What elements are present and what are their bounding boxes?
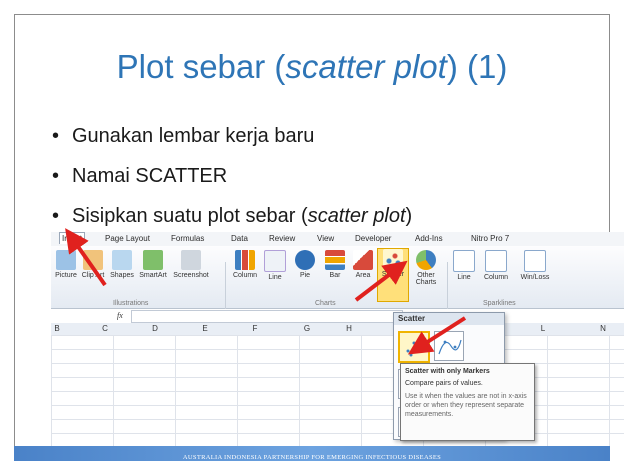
tab-insert[interactable]: Insert — [59, 232, 86, 244]
picture-button[interactable]: Picture — [51, 250, 81, 279]
sparkline-line-button[interactable]: Line — [451, 250, 477, 281]
bullet-list: Gunakan lembar kerja baru Namai SCATTER … — [52, 123, 412, 243]
ribbon: Picture Clip Art Shapes SmartArt Screens… — [51, 246, 624, 318]
picture-icon — [56, 250, 76, 270]
bullet-item: Namai SCATTER — [52, 163, 412, 203]
button-label: SmartArt — [139, 272, 167, 279]
other-charts-button[interactable]: Other Charts — [409, 250, 443, 286]
button-label: Picture — [55, 272, 77, 279]
tab-developer[interactable]: Developer — [355, 234, 391, 243]
footer-bar: AUSTRALIA INDONESIA PARTNERSHIP FOR EMER… — [14, 446, 610, 461]
button-label: Line — [268, 274, 282, 281]
column-header[interactable]: L — [513, 324, 573, 333]
tooltip-title: Scatter with only Markers — [405, 368, 490, 375]
ribbon-tabs: Insert Page Layout Formulas Data Review … — [51, 232, 624, 246]
button-label: Column — [232, 272, 258, 279]
area-chart-button[interactable]: Area — [349, 250, 377, 279]
sparkline-column-icon — [485, 250, 507, 272]
tab-page-layout[interactable]: Page Layout — [105, 234, 150, 243]
bar-chart-button[interactable]: Bar — [321, 250, 349, 279]
title-end: ) (1) — [446, 48, 508, 85]
group-sparklines: Sparklines — [483, 300, 516, 307]
button-label: Line — [457, 274, 471, 281]
title-main: Plot sebar ( — [116, 48, 286, 85]
button-label: Clip Art — [81, 272, 105, 279]
button-label: Other Charts — [415, 272, 437, 286]
scatter-smooth-icon — [438, 339, 462, 355]
column-header[interactable]: N — [573, 324, 624, 333]
clip-art-button[interactable]: Clip Art — [81, 250, 105, 279]
sparkline-winloss-button[interactable]: Win/Loss — [515, 250, 555, 281]
scatter-chart-button[interactable]: Scatter — [377, 248, 409, 302]
sparkline-column-button[interactable]: Column — [479, 250, 513, 281]
slide-title: Plot sebar (scatter plot) (1) — [14, 48, 610, 86]
scatter-tooltip: Scatter with only Markers Compare pairs … — [400, 363, 535, 441]
clip-art-icon — [83, 250, 103, 270]
screenshot-icon — [181, 250, 201, 270]
column-chart-icon — [235, 250, 255, 270]
button-label: Bar — [329, 272, 341, 279]
scatter-smooth-lines-option[interactable] — [434, 331, 464, 361]
footer-text: AUSTRALIA INDONESIA PARTNERSHIP FOR EMER… — [182, 454, 442, 461]
fx-icon[interactable]: fx — [117, 311, 123, 320]
excel-screenshot: Insert Page Layout Formulas Data Review … — [51, 232, 624, 447]
shapes-icon — [112, 250, 132, 270]
smartart-icon — [143, 250, 163, 270]
tab-nitro[interactable]: Nitro Pro 7 — [471, 234, 509, 243]
line-chart-icon — [264, 250, 286, 272]
screenshot-button[interactable]: Screenshot — [171, 250, 211, 279]
pie-chart-button[interactable]: Pie — [291, 250, 319, 279]
group-charts: Charts — [315, 300, 336, 307]
button-label: Scatter — [381, 271, 405, 278]
column-chart-button[interactable]: Column — [229, 250, 261, 279]
other-charts-icon — [416, 250, 436, 270]
title-italic: scatter plot — [285, 48, 447, 85]
scatter-chart-icon — [383, 249, 403, 269]
bar-chart-icon — [325, 250, 345, 270]
bullet-end: ) — [405, 205, 413, 227]
bullet-text: Sisipkan suatu plot sebar ( — [72, 205, 308, 227]
line-chart-button[interactable]: Line — [261, 250, 289, 281]
column-header[interactable]: F — [225, 324, 285, 333]
area-chart-icon — [353, 250, 373, 270]
tab-review[interactable]: Review — [269, 234, 295, 243]
worksheet-grid[interactable] — [51, 335, 624, 447]
scatter-markers-icon — [406, 341, 422, 357]
bullet-text: Gunakan lembar kerja baru — [72, 125, 315, 147]
smartart-button[interactable]: SmartArt — [137, 250, 169, 279]
bullet-item: Gunakan lembar kerja baru — [52, 123, 412, 163]
button-label: Pie — [299, 272, 311, 279]
sparkline-line-icon — [453, 250, 475, 272]
shapes-button[interactable]: Shapes — [107, 250, 137, 279]
bullet-italic: scatter plot — [307, 205, 406, 227]
tooltip-line1: Compare pairs of values. — [405, 380, 483, 387]
tab-view[interactable]: View — [317, 234, 334, 243]
sparkline-winloss-icon — [524, 250, 546, 272]
formula-bar: fx — [51, 309, 624, 324]
button-label: Win/Loss — [520, 274, 550, 281]
group-illustrations: Illustrations — [113, 300, 149, 307]
button-label: Column — [483, 274, 509, 281]
dropdown-title: Scatter — [394, 313, 504, 325]
pie-chart-icon — [295, 250, 315, 270]
slide: Plot sebar (scatter plot) (1) Gunakan le… — [0, 0, 625, 461]
formula-input[interactable] — [131, 310, 403, 323]
button-label: Shapes — [110, 272, 134, 279]
bullet-text: Namai SCATTER — [72, 165, 228, 187]
button-label: Screenshot — [173, 272, 209, 279]
tab-add-ins[interactable]: Add-Ins — [415, 234, 443, 243]
tab-formulas[interactable]: Formulas — [171, 234, 204, 243]
button-label: Area — [355, 272, 371, 279]
scatter-markers-only-option[interactable] — [398, 331, 430, 363]
tooltip-line2: Use it when the values are not in x-axis… — [405, 393, 527, 418]
tab-data[interactable]: Data — [231, 234, 248, 243]
